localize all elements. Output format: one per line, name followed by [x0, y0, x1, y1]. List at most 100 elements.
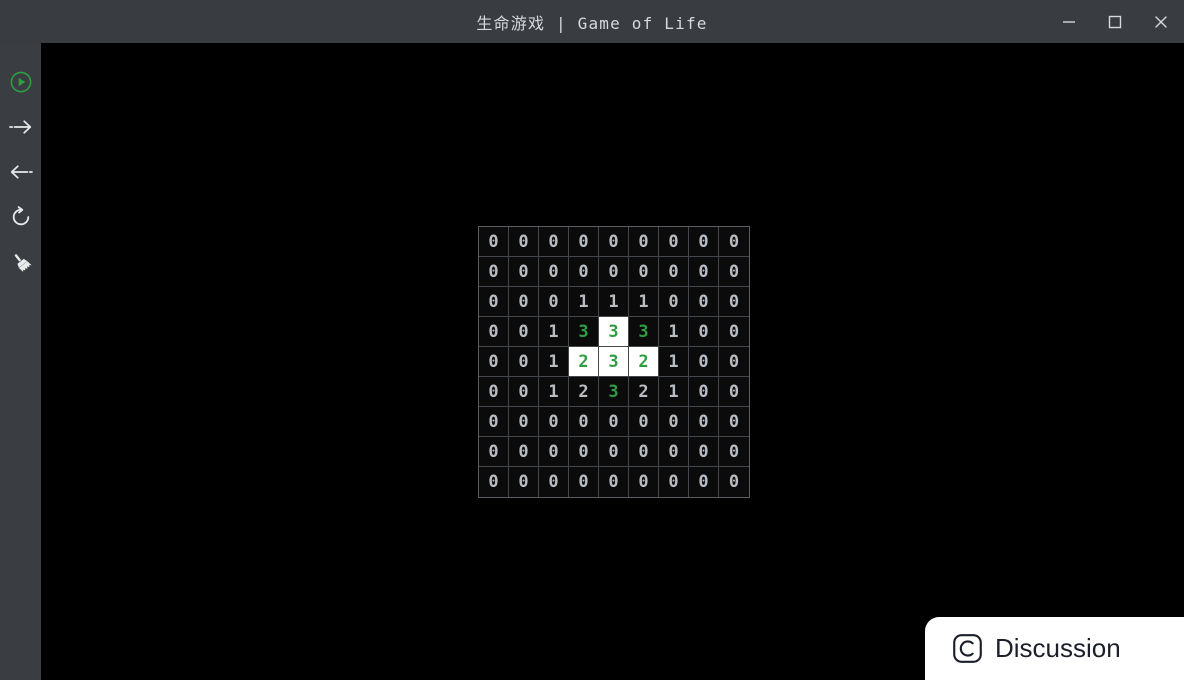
grid-cell[interactable]: 0	[659, 227, 689, 257]
grid-cell[interactable]: 0	[539, 287, 569, 317]
grid-cell[interactable]: 0	[689, 227, 719, 257]
grid-cell[interactable]: 0	[479, 377, 509, 407]
broom-icon	[14, 253, 32, 272]
grid-cell[interactable]: 0	[689, 347, 719, 377]
grid-cell[interactable]: 1	[599, 287, 629, 317]
grid-cell[interactable]: 0	[569, 227, 599, 257]
grid-cell[interactable]: 0	[539, 407, 569, 437]
grid-cell[interactable]: 1	[539, 347, 569, 377]
grid-cell[interactable]: 0	[569, 437, 599, 467]
grid-cell[interactable]: 0	[509, 407, 539, 437]
minimize-icon	[1063, 20, 1075, 23]
grid-cell[interactable]: 0	[599, 467, 629, 497]
grid-cell[interactable]: 0	[509, 347, 539, 377]
grid-cell[interactable]: 0	[539, 467, 569, 497]
grid-cell[interactable]: 0	[719, 227, 749, 257]
grid-cell[interactable]: 0	[479, 317, 509, 347]
grid-cell[interactable]: 1	[659, 317, 689, 347]
grid-cell[interactable]: 0	[539, 437, 569, 467]
grid-cell[interactable]: 0	[719, 407, 749, 437]
grid-cell[interactable]: 0	[719, 347, 749, 377]
grid-cell[interactable]: 0	[599, 227, 629, 257]
grid-cell[interactable]: 0	[479, 287, 509, 317]
grid-cell[interactable]: 0	[629, 407, 659, 437]
grid-cell[interactable]: 1	[539, 317, 569, 347]
window-title: 生命游戏 | Game of Life	[476, 13, 708, 33]
grid-cell[interactable]: 1	[659, 347, 689, 377]
grid-cell[interactable]: 0	[659, 287, 689, 317]
grid-cell[interactable]: 3	[599, 377, 629, 407]
grid-cell[interactable]: 1	[629, 287, 659, 317]
grid-cell[interactable]: 0	[509, 437, 539, 467]
grid-cell[interactable]: 1	[659, 377, 689, 407]
grid-cell[interactable]: 0	[689, 317, 719, 347]
grid-cell[interactable]: 0	[719, 377, 749, 407]
discussion-widget[interactable]: Discussion	[925, 617, 1184, 680]
grid-cell[interactable]: 0	[659, 437, 689, 467]
grid-cell[interactable]: 1	[539, 377, 569, 407]
grid-cell[interactable]: 0	[599, 407, 629, 437]
grid-cell[interactable]: 0	[479, 257, 509, 287]
grid-cell[interactable]: 3	[629, 317, 659, 347]
grid-cell[interactable]: 0	[479, 467, 509, 497]
grid-cell[interactable]: 2	[569, 347, 599, 377]
grid-cell[interactable]: 0	[569, 257, 599, 287]
grid-cell[interactable]: 3	[599, 317, 629, 347]
maximize-button[interactable]	[1092, 0, 1138, 43]
grid-cell[interactable]: 0	[689, 467, 719, 497]
grid-cell[interactable]: 0	[629, 257, 659, 287]
discussion-label: Discussion	[995, 633, 1121, 663]
life-grid-container: 0000000000000000000001110000013331000012…	[478, 226, 750, 498]
grid-cell[interactable]: 2	[569, 377, 599, 407]
grid-cell[interactable]: 0	[629, 227, 659, 257]
grid-cell[interactable]: 0	[719, 467, 749, 497]
toolbar-sidebar	[0, 43, 41, 680]
close-button[interactable]	[1138, 0, 1184, 43]
grid-cell[interactable]: 0	[539, 227, 569, 257]
grid-cell[interactable]: 0	[509, 377, 539, 407]
grid-cell[interactable]: 0	[689, 257, 719, 287]
grid-cell[interactable]: 0	[479, 407, 509, 437]
life-grid[interactable]: 0000000000000000000001110000013331000012…	[479, 227, 749, 497]
grid-cell[interactable]: 0	[659, 407, 689, 437]
grid-cell[interactable]: 3	[599, 347, 629, 377]
refresh-icon	[12, 205, 29, 225]
grid-cell[interactable]: 0	[719, 317, 749, 347]
grid-cell[interactable]: 0	[719, 437, 749, 467]
grid-cell[interactable]: 2	[629, 347, 659, 377]
step-back-button[interactable]	[0, 149, 41, 194]
grid-cell[interactable]: 2	[629, 377, 659, 407]
play-circle-icon	[10, 71, 31, 92]
grid-cell[interactable]: 1	[569, 287, 599, 317]
grid-cell[interactable]: 0	[509, 287, 539, 317]
grid-cell[interactable]: 0	[509, 317, 539, 347]
grid-cell[interactable]: 0	[689, 407, 719, 437]
grid-cell[interactable]: 0	[719, 257, 749, 287]
grid-cell[interactable]: 0	[509, 467, 539, 497]
grid-cell[interactable]: 0	[479, 227, 509, 257]
grid-cell[interactable]: 0	[659, 467, 689, 497]
grid-cell[interactable]: 0	[629, 467, 659, 497]
grid-cell[interactable]: 0	[479, 437, 509, 467]
play-button[interactable]	[0, 59, 41, 104]
grid-cell[interactable]: 0	[689, 287, 719, 317]
grid-cell[interactable]: 0	[569, 467, 599, 497]
grid-cell[interactable]: 0	[689, 437, 719, 467]
maximize-icon	[1108, 15, 1122, 28]
grid-cell[interactable]: 0	[599, 257, 629, 287]
grid-cell[interactable]: 0	[659, 257, 689, 287]
grid-cell[interactable]: 0	[479, 347, 509, 377]
grid-cell[interactable]: 0	[569, 407, 599, 437]
step-forward-button[interactable]	[0, 104, 41, 149]
grid-cell[interactable]: 0	[599, 437, 629, 467]
clear-button[interactable]	[0, 239, 41, 284]
grid-cell[interactable]: 0	[629, 437, 659, 467]
grid-cell[interactable]: 3	[569, 317, 599, 347]
grid-cell[interactable]: 0	[509, 227, 539, 257]
grid-cell[interactable]: 0	[689, 377, 719, 407]
minimize-button[interactable]	[1046, 0, 1092, 43]
grid-cell[interactable]: 0	[539, 257, 569, 287]
reset-button[interactable]	[0, 194, 41, 239]
grid-cell[interactable]: 0	[719, 287, 749, 317]
grid-cell[interactable]: 0	[509, 257, 539, 287]
